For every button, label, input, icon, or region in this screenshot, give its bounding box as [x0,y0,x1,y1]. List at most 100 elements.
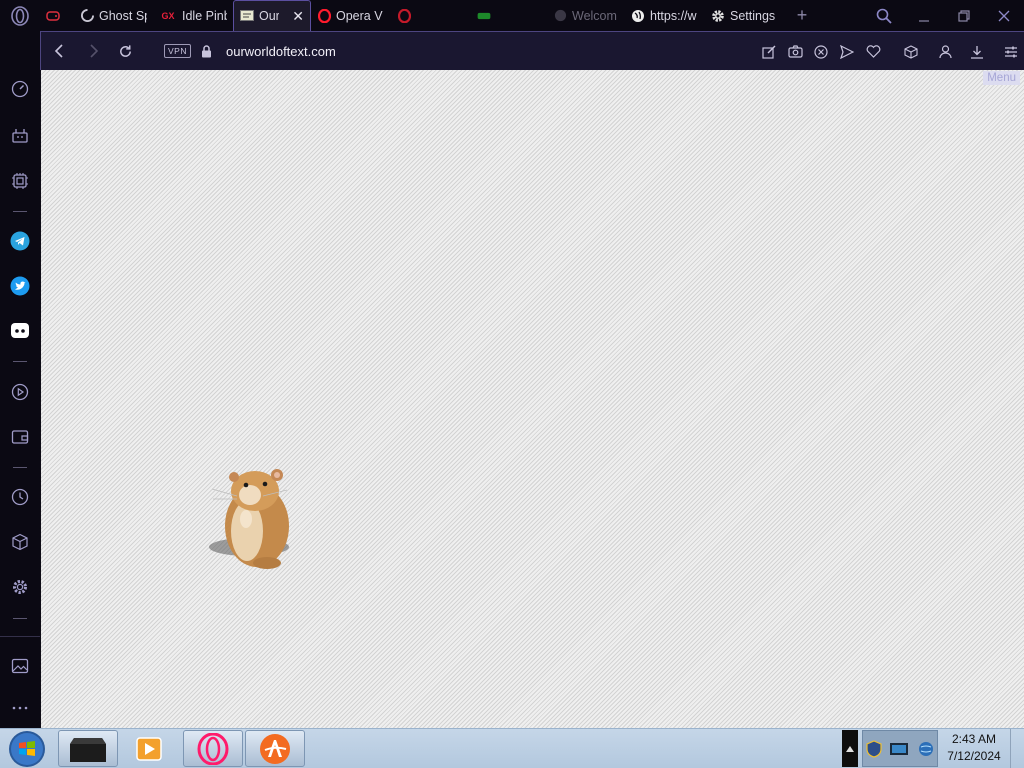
close-icon [998,10,1010,21]
toolbar-actions [756,32,1024,71]
system-clock[interactable]: 2:43 AM 7/12/2024 [940,731,1008,767]
taskbar-app-media-player[interactable] [119,730,179,767]
tab-green-app[interactable] [471,0,547,31]
media-player-icon [136,736,162,761]
tab-settings[interactable]: Settings [705,0,787,31]
globe-icon [631,9,645,23]
vpn-badge[interactable]: VPN [164,44,191,58]
owot-favicon-icon [240,9,254,23]
tab-title: Opera V [336,8,383,23]
send-button[interactable] [834,32,860,71]
opera-icon [397,8,411,23]
reload-button[interactable] [109,32,142,71]
tab-strip: Ghost Sp GX Idle Pinb Our \ ✕ Opera V We… [0,0,1024,31]
sidebar-item-player[interactable] [0,377,40,407]
twitter-icon [10,276,30,296]
ghost-spinner-icon [80,9,94,23]
gamepad-icon [46,9,60,23]
tab-ghost-spinner[interactable]: Ghost Sp [74,0,153,31]
sidebar-item-twitter[interactable] [0,271,40,301]
tab-gamepad[interactable] [40,0,74,31]
edit-icon [762,45,776,59]
show-hidden-icons-button[interactable] [842,730,858,767]
minimize-icon [919,19,929,22]
back-button[interactable] [43,32,76,71]
sidebar-divider [0,636,40,637]
sidebar-item-store[interactable] [0,120,40,150]
avast-icon [260,733,290,764]
windows-start-icon [9,731,45,767]
opera-logo-icon [11,5,29,26]
sidebar-item-extensions[interactable] [0,166,40,196]
sidebar [0,31,40,728]
taskbar-app-opera[interactable] [183,730,243,767]
ad-block-button[interactable] [808,32,834,71]
close-tab-icon[interactable]: ✕ [292,8,304,25]
sidebar-separator [13,361,27,362]
opera-icon [317,8,331,23]
sidebar-item-extensions-cube[interactable] [0,527,40,557]
gear-icon [711,9,725,23]
chevron-up-icon [846,745,854,752]
network-icon[interactable] [888,740,912,758]
globe-tray-icon[interactable] [918,741,934,757]
wallet-icon [11,430,29,444]
cube-icon [12,533,28,551]
tab-title: https://w [650,8,697,23]
sidebar-item-wallet[interactable] [0,422,40,452]
tab-https[interactable]: https://w [625,0,705,31]
close-window-button[interactable] [984,0,1024,31]
sidebar-more-button[interactable] [0,693,40,723]
tab-title: Idle Pinb [182,8,227,23]
minimize-button[interactable] [904,0,944,31]
ad-block-icon [814,44,828,59]
url-field[interactable]: ourworldoftext.com [226,44,336,59]
tab-opera[interactable]: Opera V [311,0,391,31]
clock-date: 7/12/2024 [947,749,1001,763]
play-circle-icon [11,383,29,401]
gear-icon [13,580,27,594]
tab-idle-pinball[interactable]: GX Idle Pinb [153,0,233,31]
tab-welcome[interactable]: Welcom [547,0,625,31]
start-button[interactable] [7,730,47,768]
snapshot-button[interactable] [782,32,808,71]
shield-icon[interactable] [866,739,882,758]
downloads-button[interactable] [964,32,990,71]
speedometer-icon [11,80,29,98]
restore-button[interactable] [944,0,984,31]
sidebar-item-discord[interactable] [0,316,40,346]
chevron-left-icon [54,44,63,58]
heart-icon [866,45,880,58]
cube-icon [904,44,918,59]
opera-menu-button[interactable] [0,0,40,31]
show-desktop-button[interactable] [1010,729,1024,768]
sidebar-item-telegram[interactable] [0,226,40,256]
tab-our-world-of-text[interactable]: Our \ ✕ [233,0,311,31]
favorite-button[interactable] [860,32,886,71]
tab-title: Our \ [259,9,280,23]
sidebar-separator [13,618,27,619]
new-tab-button[interactable]: + [787,5,817,26]
system-tray [862,730,938,767]
gx-icon: GX [161,10,175,21]
forward-button[interactable] [76,32,109,71]
sidebar-item-history[interactable] [0,482,40,512]
extensions-button[interactable] [898,32,924,71]
cpu-icon [12,173,28,189]
globe-icon [553,9,567,23]
sidebar-item-settings[interactable] [0,572,40,602]
page-content[interactable]: Menu [41,70,1024,728]
robot-store-icon [12,129,28,143]
lock-icon[interactable] [201,44,213,58]
sidebar-item-speed-dial[interactable] [0,74,40,104]
taskbar-app-avast[interactable] [245,730,305,767]
sidebar-separator [13,467,27,468]
tab-opera-2[interactable] [391,0,471,31]
profile-button[interactable] [932,32,958,71]
taskbar-app-cmd[interactable] [58,730,118,767]
menu-link[interactable]: Menu [983,71,1020,85]
sidebar-item-gallery[interactable] [0,651,40,681]
edit-button[interactable] [756,32,782,71]
easy-setup-button[interactable] [998,32,1024,71]
tab-search-button[interactable] [864,0,904,31]
